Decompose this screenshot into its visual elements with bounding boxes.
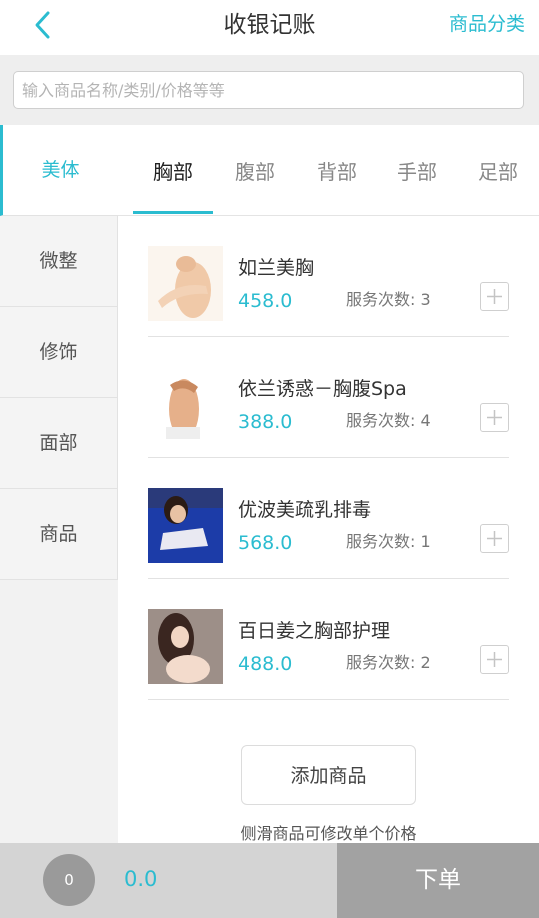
- plus-icon: [487, 289, 502, 304]
- sidebar: 美体 微整 修饰 面部 商品: [0, 125, 118, 843]
- product-price: 388.0: [238, 411, 293, 433]
- sidebar-item-goods[interactable]: 商品: [0, 489, 118, 580]
- sidebar-item-micro[interactable]: 微整: [0, 216, 118, 307]
- plus-icon: [487, 410, 502, 425]
- tab-abdomen[interactable]: 腹部: [215, 125, 295, 216]
- cart-count-badge[interactable]: 0: [43, 854, 95, 906]
- add-button[interactable]: [480, 645, 509, 674]
- sidebar-item-face[interactable]: 面部: [0, 398, 118, 489]
- plus-icon: [487, 652, 502, 667]
- place-order-button[interactable]: 下单: [337, 843, 539, 918]
- product-name: 依兰诱惑－胸腹Spa: [238, 378, 407, 400]
- product-image: [148, 609, 223, 684]
- add-product-button[interactable]: 添加商品: [241, 745, 416, 805]
- tab-indicator: [133, 211, 213, 214]
- total-amount: 0.0: [124, 867, 158, 891]
- service-count: 服务次数: 1: [346, 532, 431, 551]
- product-item[interactable]: 优波美疏乳排毒 568.0 服务次数: 1: [148, 458, 509, 579]
- product-name: 百日姜之胸部护理: [238, 620, 391, 642]
- tab-chest[interactable]: 胸部: [133, 125, 213, 216]
- service-count: 服务次数: 2: [346, 653, 431, 672]
- category-tabs: 胸部 腹部 背部 手部 足部: [118, 125, 539, 216]
- add-button[interactable]: [480, 403, 509, 432]
- product-image: [148, 246, 223, 321]
- service-count: 服务次数: 3: [346, 290, 431, 309]
- product-category-button[interactable]: 商品分类: [449, 0, 525, 50]
- product-price: 458.0: [238, 290, 293, 312]
- search-bar: [0, 55, 539, 125]
- add-button[interactable]: [480, 282, 509, 311]
- product-item[interactable]: 如兰美胸 458.0 服务次数: 3: [148, 216, 509, 337]
- tab-hand[interactable]: 手部: [377, 125, 457, 216]
- product-name: 优波美疏乳排毒: [238, 499, 372, 521]
- tab-foot[interactable]: 足部: [458, 125, 538, 216]
- service-count: 服务次数: 4: [346, 411, 431, 430]
- product-item[interactable]: 依兰诱惑－胸腹Spa 388.0 服务次数: 4: [148, 337, 509, 458]
- product-price: 568.0: [238, 532, 293, 554]
- sidebar-item-body[interactable]: 美体: [0, 125, 118, 216]
- tab-back[interactable]: 背部: [297, 125, 377, 216]
- product-image: [148, 367, 223, 442]
- bottom-bar: 0 0.0 下单: [0, 843, 539, 918]
- sidebar-item-decoration[interactable]: 修饰: [0, 307, 118, 398]
- swipe-hint: 侧滑商品可修改单个价格: [240, 824, 417, 843]
- product-image: [148, 488, 223, 563]
- add-button[interactable]: [480, 524, 509, 553]
- product-name: 如兰美胸: [238, 257, 315, 279]
- header: 收银记账 商品分类: [0, 0, 539, 55]
- product-item[interactable]: 百日姜之胸部护理 488.0 服务次数: 2: [148, 579, 509, 700]
- product-price: 488.0: [238, 653, 293, 675]
- search-input[interactable]: [13, 71, 524, 109]
- plus-icon: [487, 531, 502, 546]
